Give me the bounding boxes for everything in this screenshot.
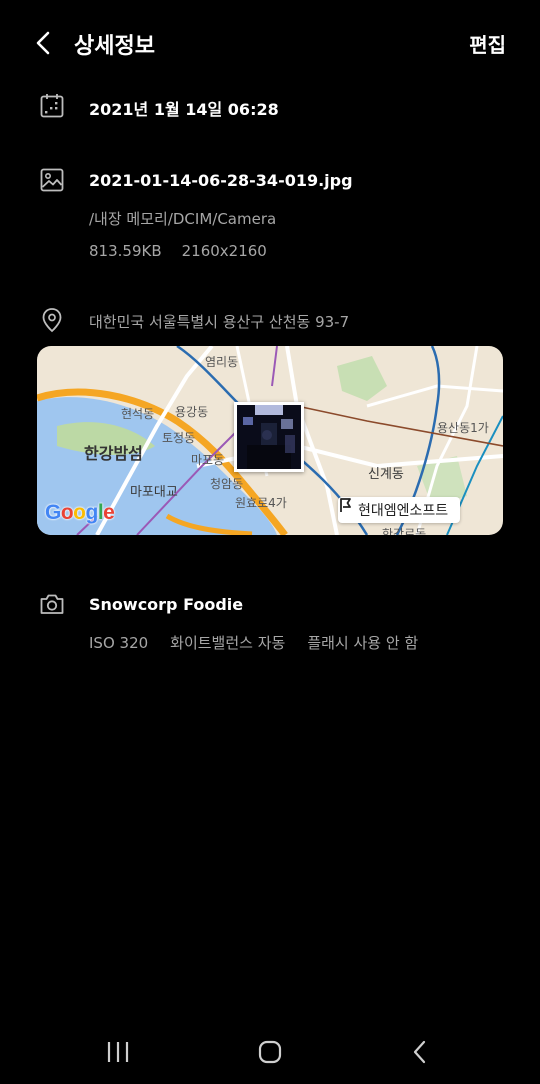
recents-button[interactable] [88, 1030, 148, 1074]
flash-status: 플래시 사용 안 함 [307, 634, 419, 652]
recents-icon [107, 1042, 129, 1062]
poi-chip[interactable]: 현대엠엔소프트 [338, 497, 461, 523]
iso-value: ISO 320 [89, 634, 149, 652]
file-name: 2021-01-14-06-28-34-019.jpg [89, 171, 353, 190]
map-label-wonhyoro: 원효로4가 [235, 496, 287, 510]
map-label-sinkye: 신계동 [368, 467, 404, 482]
map-label-cheongam: 청암동 [210, 477, 244, 491]
back-arrow-icon [36, 31, 50, 55]
home-button[interactable] [240, 1030, 300, 1074]
camera-settings: ISO 320 화이트밸런스 자동 플래시 사용 안 함 [89, 632, 418, 653]
map-label-hyeonseok: 현석동 [121, 407, 155, 421]
map-label-mapo: 마포동 [191, 453, 225, 467]
map-label-yonggang: 용강동 [175, 405, 209, 419]
location-address: 대한민국 서울특별시 용산구 산천동 93-7 [89, 313, 350, 331]
calendar-icon [38, 92, 66, 120]
white-balance: 화이트밸런스 자동 [170, 634, 286, 652]
camera-model: Snowcorp Foodie [89, 595, 244, 614]
location-pin-icon [38, 306, 66, 334]
file-size: 813.59KB [89, 242, 162, 260]
file-meta: 813.59KB 2160x2160 [89, 242, 267, 260]
back-button[interactable] [26, 26, 60, 60]
image-icon [38, 166, 66, 194]
flag-icon [340, 498, 351, 512]
camera-icon [38, 590, 66, 618]
map-label-mapo-bridge: 마포대교 [130, 485, 178, 500]
file-path: /내장 메모리/DCIM/Camera [89, 210, 277, 228]
map-label-hangangro: 한강로동 [382, 527, 427, 535]
photo-thumbnail-image [237, 405, 301, 469]
location-map[interactable]: 염리동 현석동 용강동 토정동 한강밤섬 마포동 마포대교 청암동 원효로4가 … [37, 346, 503, 535]
system-navigation-bar [0, 1022, 540, 1084]
map-label-yeolli: 염리동 [205, 355, 239, 369]
map-label-yongsan: 용산동1가 [437, 421, 489, 435]
poi-label: 현대엠엔소프트 [358, 503, 449, 519]
map-label-tojeong: 토정동 [162, 431, 196, 445]
map-label-hangang-island: 한강밤섬 [84, 444, 143, 463]
home-icon [258, 1040, 282, 1064]
back-icon [413, 1040, 426, 1064]
file-resolution: 2160x2160 [181, 242, 267, 260]
photo-thumbnail-marker[interactable] [234, 402, 304, 472]
top-app-bar: 상세정보 편집 [0, 0, 540, 88]
edit-button[interactable]: 편집 [469, 29, 506, 58]
nav-back-button[interactable] [390, 1030, 450, 1074]
date-time: 2021년 1월 14일 06:28 [89, 100, 279, 119]
page-title: 상세정보 [74, 34, 155, 59]
google-logo: Google [45, 501, 115, 524]
